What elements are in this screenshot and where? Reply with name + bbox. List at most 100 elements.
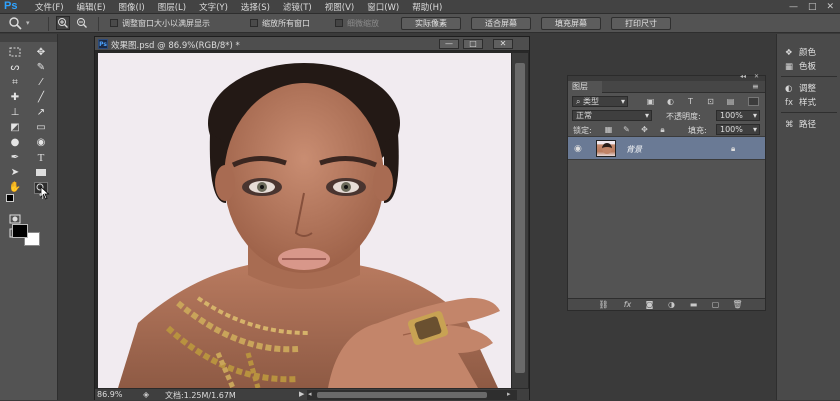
fill-screen-button[interactable]: 填充屏幕: [541, 17, 601, 30]
menu-window[interactable]: 窗口(W): [367, 1, 399, 13]
tools-panel: ✥ ᔕ ✎ ⌗ ⁄ ✚ ╱ ⊥ ↗ ◩ ▭ ● ◉ ✒ T ➤ ✋ ↰: [0, 34, 58, 400]
vertical-scroll-thumb[interactable]: [515, 63, 525, 373]
type-tool-icon[interactable]: T: [34, 152, 48, 164]
menu-type[interactable]: 文字(Y): [199, 1, 228, 13]
zoom-level-field[interactable]: 86.9%: [97, 390, 137, 400]
document-titlebar[interactable]: Ps 效果图.psd @ 86.9%(RGB/8*) * — □ ✕: [95, 37, 529, 51]
dock-adjustments[interactable]: ◐ 调整: [785, 82, 839, 95]
lasso-tool-icon[interactable]: ᔕ: [8, 62, 22, 74]
link-layers-icon[interactable]: ⛓: [598, 300, 609, 310]
chevron-down-icon: ▾: [620, 97, 625, 106]
portrait-photo: [98, 53, 511, 388]
history-brush-tool-icon[interactable]: ↗: [34, 107, 48, 119]
doc-close-icon[interactable]: ✕: [493, 39, 513, 49]
right-panel-dock: ❖ 颜色 ▦ 色板 ◐ 调整 fx 样式 ⌘ 路径: [776, 34, 840, 400]
blend-mode-select[interactable]: 正常 ▾: [572, 110, 652, 121]
horizontal-scroll-thumb[interactable]: [317, 392, 487, 398]
marquee-tool-icon[interactable]: [8, 47, 22, 59]
zoom-tool-icon[interactable]: [8, 16, 24, 33]
pen-tool-icon[interactable]: ✒: [8, 152, 22, 164]
quick-selection-tool-icon[interactable]: ✎: [34, 62, 48, 74]
delete-layer-icon[interactable]: 🗑︎: [732, 300, 743, 310]
resize-windows-checkbox[interactable]: [110, 19, 118, 27]
menu-image[interactable]: 图像(I): [119, 1, 145, 13]
layer-filter-row: ⌕ 类型 ▾ ▣ ◐ T ⊡ ▤: [568, 94, 765, 109]
foreground-color-swatch[interactable]: [12, 224, 28, 238]
dock-color[interactable]: ❖ 颜色: [785, 46, 839, 59]
layer-row-background[interactable]: ◉ 背景 🔒︎: [568, 136, 765, 160]
rectangle-tool-icon[interactable]: [34, 167, 48, 179]
menu-view[interactable]: 视图(V): [325, 1, 354, 13]
tool-preset-dropdown-icon[interactable]: ▾: [26, 19, 30, 27]
doc-maximize-icon[interactable]: □: [463, 39, 483, 49]
actual-pixels-button[interactable]: 实际像素: [401, 17, 461, 30]
healing-brush-tool-icon[interactable]: ✚: [8, 92, 22, 104]
gradient-tool-icon[interactable]: ▭: [34, 122, 48, 134]
default-colors-icon[interactable]: [6, 194, 14, 202]
fill-field[interactable]: 100% ▾: [716, 124, 760, 135]
filter-shape-icon[interactable]: ⊡: [706, 97, 715, 106]
image-canvas[interactable]: [98, 53, 511, 388]
layer-style-icon[interactable]: fx: [622, 300, 633, 310]
close-panel-icon[interactable]: ✕: [754, 73, 759, 80]
menu-layer[interactable]: 图层(L): [158, 1, 186, 13]
move-tool-icon[interactable]: ✥: [34, 47, 48, 59]
path-selection-tool-icon[interactable]: ➤: [8, 167, 22, 179]
menu-file[interactable]: 文件(F): [35, 1, 64, 13]
dock-styles[interactable]: fx 样式: [785, 96, 839, 109]
menu-help[interactable]: 帮助(H): [412, 1, 442, 13]
layer-name[interactable]: 背景: [626, 144, 642, 155]
filter-toggle[interactable]: [748, 97, 759, 106]
eraser-tool-icon[interactable]: ◩: [8, 122, 22, 134]
maximize-icon[interactable]: □: [808, 2, 817, 12]
clone-stamp-tool-icon[interactable]: ⊥: [8, 107, 22, 119]
lock-all-icon[interactable]: 🔒︎: [658, 125, 667, 134]
scroll-right-icon[interactable]: ▸: [507, 390, 511, 398]
new-layer-icon[interactable]: ▢: [710, 300, 721, 310]
filter-smart-object-icon[interactable]: ▤: [726, 97, 735, 106]
blur-tool-icon[interactable]: ●: [8, 137, 22, 149]
close-icon[interactable]: ✕: [826, 2, 834, 12]
opacity-field[interactable]: 100% ▾: [716, 110, 760, 121]
doc-minimize-icon[interactable]: —: [439, 39, 459, 49]
scrubby-zoom-checkbox[interactable]: [335, 19, 343, 27]
zoom-in-icon[interactable]: [56, 16, 70, 33]
menu-edit[interactable]: 编辑(E): [77, 1, 106, 13]
menu-select[interactable]: 选择(S): [241, 1, 270, 13]
filter-pixel-icon[interactable]: ▣: [646, 97, 655, 106]
status-share-icon[interactable]: ◈: [143, 390, 149, 399]
adjustment-layer-icon[interactable]: ◑: [666, 300, 677, 310]
scroll-left-icon[interactable]: ◂: [308, 390, 312, 398]
crop-tool-icon[interactable]: ⌗: [8, 77, 22, 89]
swap-colors-icon[interactable]: ↰: [38, 192, 45, 201]
lock-transparent-icon[interactable]: ▦: [604, 125, 613, 134]
collapse-panel-icon[interactable]: ◂◂: [740, 73, 746, 80]
lock-image-icon[interactable]: ✎: [622, 125, 631, 134]
fit-screen-button[interactable]: 适合屏幕: [471, 17, 531, 30]
dock-swatches[interactable]: ▦ 色板: [785, 60, 839, 73]
filter-adjustment-icon[interactable]: ◐: [666, 97, 675, 106]
zoom-all-windows-checkbox[interactable]: [250, 19, 258, 27]
dock-paths[interactable]: ⌘ 路径: [785, 118, 839, 131]
status-menu-arrow-icon[interactable]: ▶: [299, 390, 304, 398]
dodge-tool-icon[interactable]: ◉: [34, 137, 48, 149]
vertical-scrollbar[interactable]: [512, 53, 528, 388]
hand-tool-icon[interactable]: ✋: [8, 182, 22, 194]
minimize-icon[interactable]: —: [789, 2, 798, 12]
brush-tool-icon[interactable]: ╱: [34, 92, 48, 104]
tab-layers[interactable]: 图层: [568, 81, 602, 93]
panel-menu-icon[interactable]: ≡: [752, 82, 759, 91]
print-size-button[interactable]: 打印尺寸: [611, 17, 671, 30]
lock-position-icon[interactable]: ✥: [640, 125, 649, 134]
dock-adjustments-label: 调整: [799, 84, 817, 94]
new-group-icon[interactable]: ▬: [688, 300, 699, 310]
menu-filter[interactable]: 滤镜(T): [283, 1, 312, 13]
eyedropper-tool-icon[interactable]: ⁄: [34, 77, 48, 89]
zoom-out-icon[interactable]: [75, 16, 89, 33]
filter-kind-select[interactable]: ⌕ 类型 ▾: [572, 96, 628, 107]
horizontal-scrollbar[interactable]: ◂ ▸: [307, 390, 517, 400]
add-mask-icon[interactable]: ◙: [644, 300, 655, 310]
eye-icon[interactable]: ◉: [574, 144, 582, 154]
dock-color-label: 颜色: [799, 48, 817, 58]
filter-type-icon[interactable]: T: [686, 97, 695, 106]
